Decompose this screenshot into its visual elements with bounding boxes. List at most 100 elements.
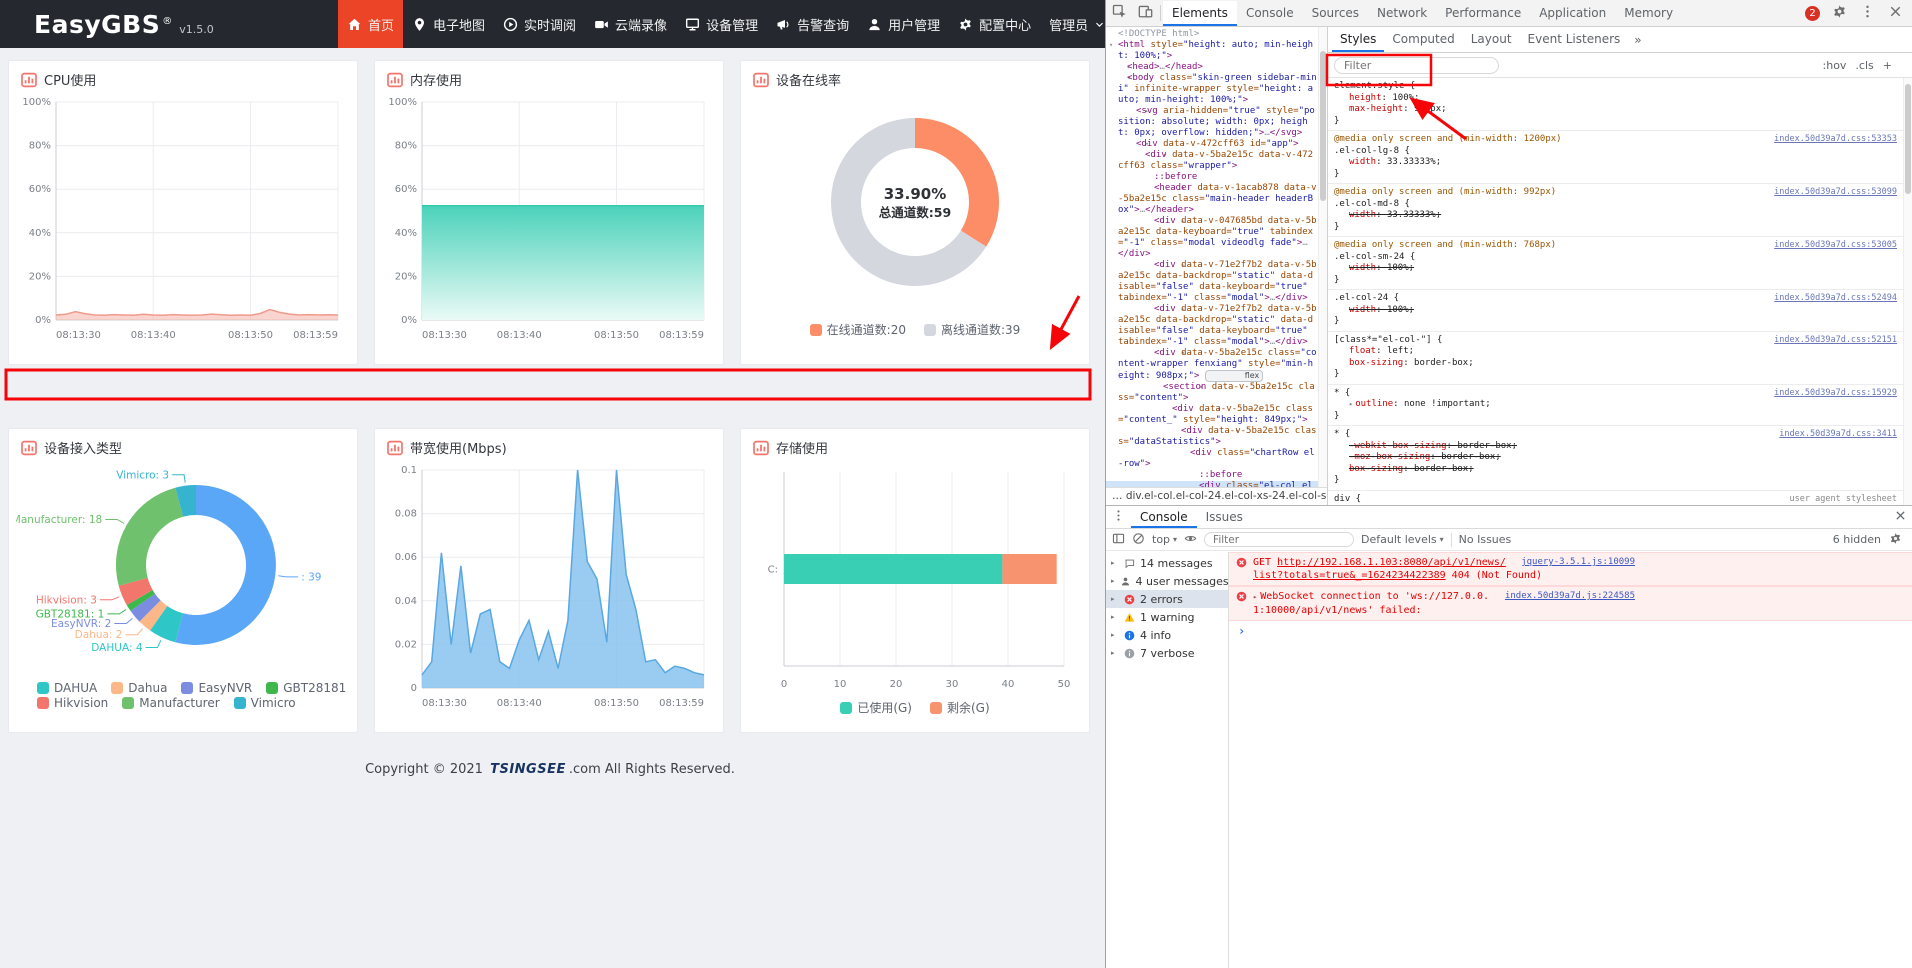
stylesheet-source-link[interactable]: index.50d39a7d.css:3411 xyxy=(1779,429,1897,441)
no-issues-label[interactable]: No Issues xyxy=(1459,533,1512,546)
memory-usage-chart[interactable]: 0% 20% 40% 60% 80% 100% 08:13:30 08:13:40 08:13:… xyxy=(382,90,716,346)
dom-tree-line[interactable]: ▾<div class="chartRow el-row"> xyxy=(1106,448,1318,470)
devtools-tab-memory[interactable]: Memory xyxy=(1615,1,1682,26)
console-message[interactable]: jquery-3.5.1.js:10099 GET http://192.168.… xyxy=(1229,552,1912,586)
console-sidebar-item-1-warning[interactable]: ▸ 1 warning xyxy=(1106,608,1228,626)
console-sidebar-item-4-info[interactable]: ▸ 4 info xyxy=(1106,626,1228,644)
style-rule[interactable]: index.50d39a7d.css:52494 .el-col-24 {widt… xyxy=(1328,290,1903,332)
legend-item[interactable]: 离线通道数:39 xyxy=(924,321,1020,338)
devtools-kebab-icon[interactable] xyxy=(1854,0,1880,26)
dom-tree-line[interactable]: ▸<header data-v-1acab878 data-v-5ba2e15c… xyxy=(1106,183,1318,216)
stylesheet-source-link[interactable]: index.50d39a7d.css:53353 xyxy=(1774,134,1897,146)
nav-item-config[interactable]: 配置中心 xyxy=(949,0,1040,48)
dom-tree-line[interactable]: ▾<div data-v-5ba2e15c class="content-wra… xyxy=(1106,348,1318,382)
console-sidebar-toggle-icon[interactable] xyxy=(1112,532,1125,548)
style-rule[interactable]: index.50d39a7d.css:53005 @media only scre… xyxy=(1328,237,1903,290)
devtools-tab-performance[interactable]: Performance xyxy=(1436,1,1530,26)
styles-toggle[interactable]: + xyxy=(1883,59,1892,72)
elements-scrollbar[interactable] xyxy=(1318,27,1327,487)
console-tab-issues[interactable]: Issues xyxy=(1197,506,1252,528)
stylesheet-source-link[interactable]: index.50d39a7d.css:53005 xyxy=(1774,240,1897,252)
stylesheet-source-link[interactable]: user agent stylesheet xyxy=(1790,494,1897,506)
console-message[interactable]: index.50d39a7d.js:224585 ▸ WebSocket conne… xyxy=(1229,586,1912,621)
dom-tree-line[interactable]: ▾<section data-v-5ba2e15c class="content… xyxy=(1106,382,1318,404)
elements-breadcrumb[interactable]: … div.el-col.el-col-24.el-col-xs-24.el-c… xyxy=(1106,487,1327,505)
console-sidebar-item-2-errors[interactable]: ▸ 2 errors xyxy=(1106,590,1228,608)
dom-tree-line[interactable]: ::before xyxy=(1106,470,1318,481)
nav-item-device[interactable]: 设备管理 xyxy=(676,0,767,48)
clear-console-icon[interactable] xyxy=(1132,532,1145,548)
more-tabs-icon[interactable]: » xyxy=(1628,33,1647,47)
nav-item-alarm[interactable]: 告警查询 xyxy=(767,0,858,48)
dom-tree-line[interactable]: ▸<div data-v-047685bd data-v-5ba2e15c da… xyxy=(1106,216,1318,260)
brand[interactable]: EasyGBS ® v1.5.0 xyxy=(0,10,338,39)
nav-item-admin[interactable]: 管理员 xyxy=(1040,0,1105,48)
javascript-context-selector[interactable]: top ▾ xyxy=(1152,533,1177,546)
stylesheet-source-link[interactable]: index.50d39a7d.css:53099 xyxy=(1774,187,1897,199)
legend-item[interactable]: DAHUA xyxy=(37,681,97,695)
bandwidth-usage-chart[interactable]: 0 0.02 0.04 0.06 0.08 0.1 08:13:30 08:13:40 08:1… xyxy=(382,458,716,714)
dom-tree-line[interactable]: ▾<div data-v-472cff63 id="app"> xyxy=(1106,139,1318,150)
style-rule[interactable]: index.50d39a7d.css:53353 @media only scre… xyxy=(1328,131,1903,184)
device-type-chart[interactable]: : 39DAHUA: 4Dahua: 2EasyNVR: 2GBT28181: … xyxy=(16,458,350,680)
devtools-tab-sources[interactable]: Sources xyxy=(1303,1,1368,26)
console-tab-console[interactable]: Console xyxy=(1131,506,1197,528)
dom-tree-line[interactable]: ▸<head>…</head> xyxy=(1106,62,1318,73)
console-sidebar-item-14-messages[interactable]: ▸ 14 messages xyxy=(1106,554,1228,572)
storage-usage-chart[interactable]: 0 10 20 30 40 50 C: xyxy=(748,458,1082,696)
error-count-badge[interactable]: 2 xyxy=(1805,5,1820,21)
styles-toggle[interactable]: .cls xyxy=(1855,59,1873,72)
console-source-link[interactable]: jquery-3.5.1.js:10099 xyxy=(1521,556,1635,569)
stylesheet-source-link[interactable]: index.50d39a7d.css:15929 xyxy=(1774,388,1897,400)
nav-item-user[interactable]: 用户管理 xyxy=(858,0,949,48)
legend-item[interactable]: 在线通道数:20 xyxy=(809,321,906,338)
hidden-messages-label[interactable]: 6 hidden xyxy=(1833,533,1881,546)
dom-tree-line[interactable]: ▾<div data-v-5ba2e15c data-v-472cff63 cl… xyxy=(1106,150,1318,172)
devtools-tab-network[interactable]: Network xyxy=(1368,1,1436,26)
legend-item[interactable]: Manufacturer xyxy=(122,696,220,710)
legend-item[interactable]: Dahua xyxy=(111,681,167,695)
nav-item-emap[interactable]: 电子地图 xyxy=(403,0,494,48)
nav-item-home[interactable]: 首页 xyxy=(338,0,404,48)
dom-tree-line[interactable]: ▸<svg aria-hidden="true" style="position… xyxy=(1106,106,1318,139)
devtools-tab-console[interactable]: Console xyxy=(1237,1,1303,26)
styles-tab-layout[interactable]: Layout xyxy=(1463,27,1520,52)
log-levels-dropdown[interactable]: Default levels ▾ xyxy=(1361,533,1444,546)
device-online-rate-chart[interactable]: 33.90% 总通道数:59 xyxy=(748,90,1082,318)
console-source-link[interactable]: index.50d39a7d.js:224585 xyxy=(1505,590,1635,603)
legend-item[interactable]: Hikvision xyxy=(37,696,108,710)
style-rule[interactable]: index.50d39a7d.css:53099 @media only scre… xyxy=(1328,184,1903,237)
styles-filter-input[interactable] xyxy=(1334,56,1499,74)
dom-tree-line[interactable]: ▾<body class="skin-green sidebar-mini" i… xyxy=(1106,73,1318,106)
stylesheet-source-link[interactable]: index.50d39a7d.css:52494 xyxy=(1774,293,1897,305)
dom-tree-line[interactable]: ▾ <html style="height: auto; min-height: … xyxy=(1106,40,1318,62)
dom-tree-line[interactable]: ::before xyxy=(1106,172,1318,183)
devtools-tab-application[interactable]: Application xyxy=(1530,1,1615,26)
dom-tree-line[interactable]: ▸<div data-v-71e2f7b2 data-v-5ba2e15c da… xyxy=(1106,304,1318,348)
style-rule[interactable]: index.50d39a7d.css:52151 [class*="el-col-… xyxy=(1328,332,1903,385)
legend-item[interactable]: 已使用(G) xyxy=(840,699,912,716)
style-rule[interactable]: user agent stylesheetdiv {display: block… xyxy=(1328,491,1903,506)
styles-scrollbar[interactable] xyxy=(1903,78,1912,505)
legend-item[interactable]: GBT28181 xyxy=(266,681,346,695)
styles-tab-event-listeners[interactable]: Event Listeners xyxy=(1520,27,1629,52)
drawer-close-icon[interactable] xyxy=(1888,509,1912,525)
drawer-menu-icon[interactable] xyxy=(1106,509,1131,525)
device-toolbar-icon[interactable] xyxy=(1132,0,1158,26)
dom-tree-line[interactable]: <!DOCTYPE html> xyxy=(1106,29,1318,40)
style-rule[interactable]: element.style {height: 100%; max-height: … xyxy=(1328,78,1903,131)
console-sidebar-item-4-user-messages[interactable]: ▸ 4 user messages xyxy=(1106,572,1229,590)
devtools-settings-icon[interactable] xyxy=(1826,0,1852,26)
devtools-close-icon[interactable] xyxy=(1882,0,1908,26)
legend-item[interactable]: Vimicro xyxy=(233,696,296,710)
console-sidebar-item-7-verbose[interactable]: ▸ 7 verbose xyxy=(1106,644,1228,662)
legend-item[interactable]: 剩余(G) xyxy=(930,699,990,716)
legend-item[interactable]: EasyNVR xyxy=(181,681,252,695)
console-settings-icon[interactable] xyxy=(1889,532,1902,548)
nav-item-cloud[interactable]: 云端录像 xyxy=(585,0,676,48)
console-filter-input[interactable] xyxy=(1204,532,1355,547)
dom-tree-line[interactable]: ▾<div data-v-5ba2e15c class="content_" s… xyxy=(1106,404,1318,426)
devtools-tab-elements[interactable]: Elements xyxy=(1163,0,1237,26)
styles-toggle[interactable]: :hov xyxy=(1823,59,1847,72)
styles-tab-styles[interactable]: Styles xyxy=(1332,27,1384,52)
